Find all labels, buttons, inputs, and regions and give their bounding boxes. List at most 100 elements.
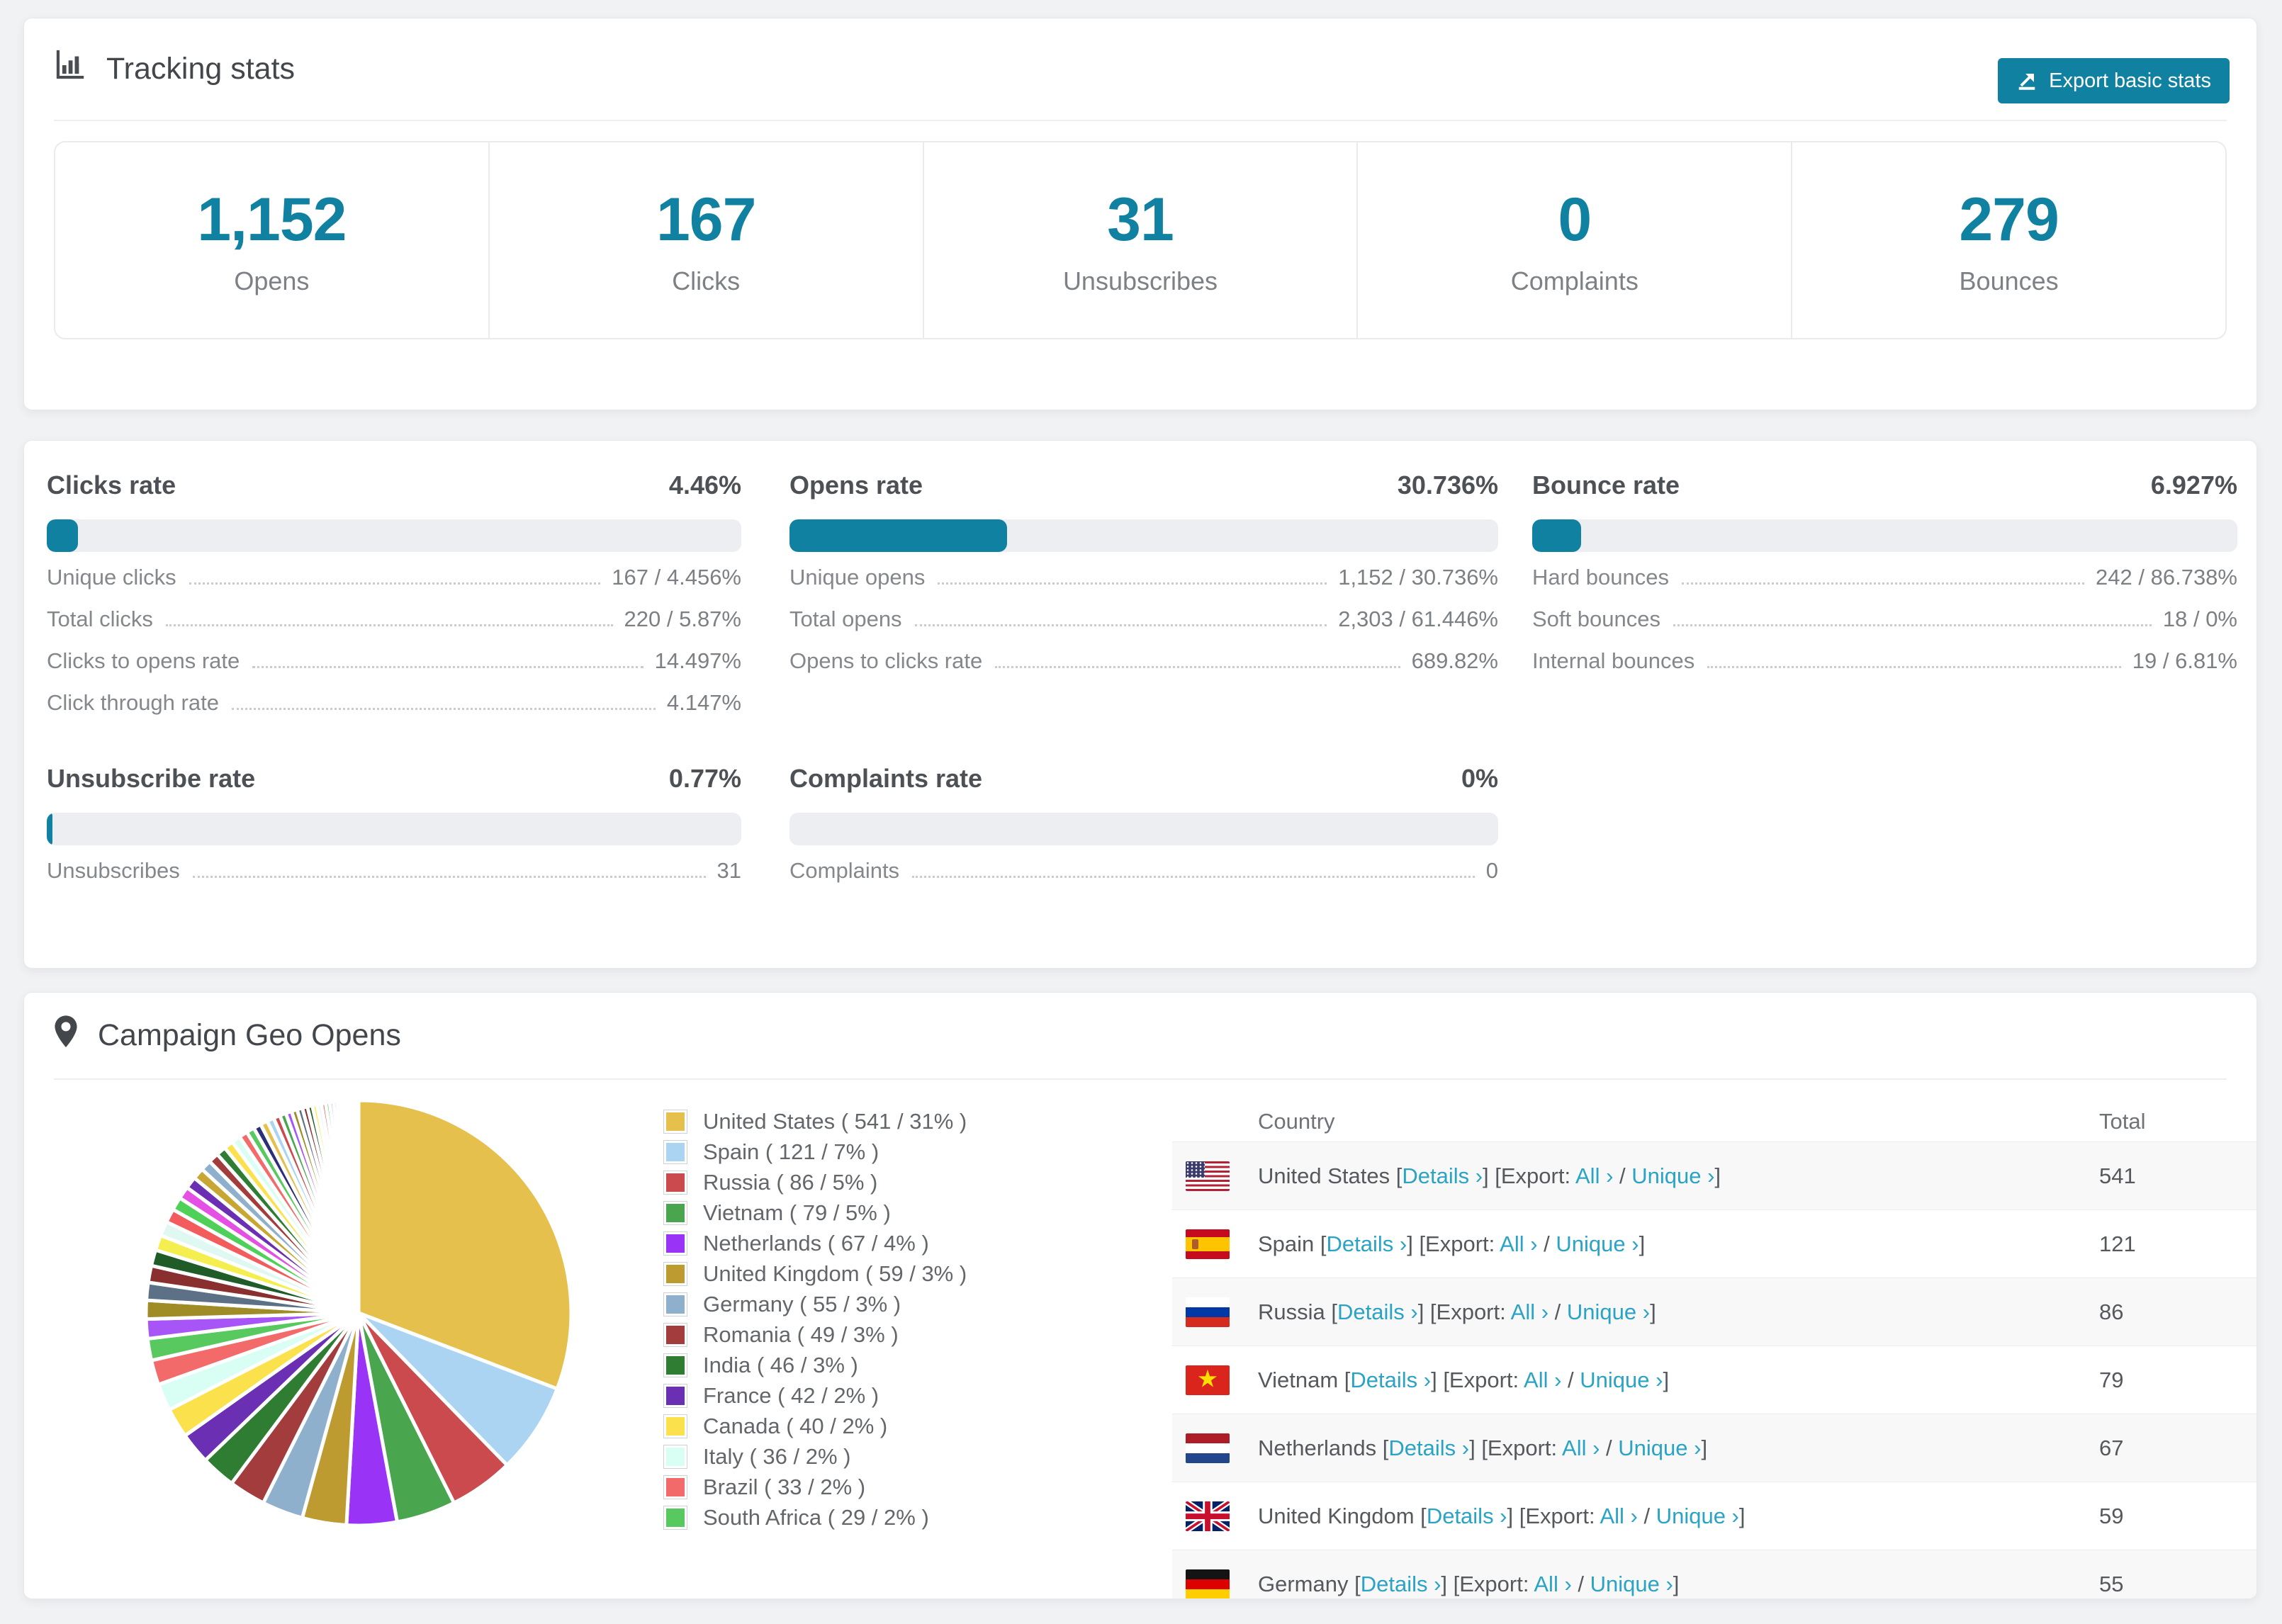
rate-panel-head: Complaints rate 0% xyxy=(789,763,1498,794)
column-header-total: Total xyxy=(2099,1109,2146,1134)
export-unique-link[interactable]: Unique › xyxy=(1631,1163,1714,1188)
rate-panel-complaints-rate: Complaints rate 0% Complaints 0 xyxy=(789,763,1498,900)
export-all-link[interactable]: All › xyxy=(1562,1436,1600,1460)
details-link[interactable]: Details › xyxy=(1337,1299,1418,1324)
dotted-leader xyxy=(1707,666,2121,668)
rate-row-label: Complaints xyxy=(789,858,900,883)
rate-value: 6.927% xyxy=(2150,470,2237,500)
flag-icon-ru xyxy=(1186,1297,1230,1327)
stats-summary: 1,152 Opens 167 Clicks 31 Unsubscribes 0 Compla… xyxy=(54,141,2227,339)
details-link[interactable]: Details › xyxy=(1402,1163,1483,1188)
dotted-leader xyxy=(914,624,1327,626)
country-cell: Netherlands [Details ›] [Export: All › /… xyxy=(1258,1435,1708,1460)
export-unique-link[interactable]: Unique › xyxy=(1567,1299,1650,1324)
dotted-leader xyxy=(938,582,1327,585)
dotted-leader xyxy=(189,582,601,585)
export-all-link[interactable]: All › xyxy=(1575,1163,1613,1188)
export-basic-stats-button[interactable]: Export basic stats xyxy=(1998,58,2230,103)
legend-item: Netherlands ( 67 / 4% ) xyxy=(663,1228,967,1258)
rate-row: Click through rate 4.147% xyxy=(47,690,741,732)
details-link[interactable]: Details › xyxy=(1388,1436,1469,1460)
total-cell: 86 xyxy=(2099,1299,2124,1324)
legend-swatch xyxy=(663,1383,687,1408)
rate-row-label: Unique opens xyxy=(789,565,926,590)
flag-icon-es xyxy=(1186,1229,1230,1259)
rate-panel-head: Unsubscribe rate 0.77% xyxy=(47,763,741,794)
legend-label: Italy ( 36 / 2% ) xyxy=(703,1443,851,1469)
progress-bar xyxy=(47,813,741,845)
export-unique-link[interactable]: Unique › xyxy=(1618,1436,1701,1460)
rate-value: 0% xyxy=(1461,764,1498,793)
geo-opens-card: Campaign Geo Opens United States ( 541 /… xyxy=(23,992,2257,1599)
country-cell: Russia [Details ›] [Export: All › / Uniq… xyxy=(1258,1299,1656,1324)
export-unique-link[interactable]: Unique › xyxy=(1656,1504,1739,1528)
rate-row-value: 14.497% xyxy=(654,648,741,673)
progress-fill xyxy=(47,813,52,845)
dotted-leader xyxy=(912,876,1475,878)
progress-bar xyxy=(789,813,1498,845)
legend-label: Brazil ( 33 / 2% ) xyxy=(703,1474,866,1499)
stat-value: 279 xyxy=(1959,185,2059,254)
legend-label: Romania ( 49 / 3% ) xyxy=(703,1321,899,1347)
export-all-link[interactable]: All › xyxy=(1534,1572,1571,1596)
legend-item: Canada ( 40 / 2% ) xyxy=(663,1411,967,1441)
rate-value: 4.46% xyxy=(668,470,741,500)
tracking-stats-title: Tracking stats xyxy=(106,52,296,86)
stat-box-complaints: 0 Complaints xyxy=(1358,142,1793,338)
tracking-stats-header: Tracking stats xyxy=(54,18,2227,121)
rate-row-label: Soft bounces xyxy=(1532,607,1660,631)
country-cell: United Kingdom [Details ›] [Export: All … xyxy=(1258,1503,1746,1528)
table-row-de: Germany [Details ›] [Export: All › / Uni… xyxy=(1172,1550,2256,1598)
rate-row: Unique opens 1,152 / 30.736% xyxy=(789,565,1498,607)
legend-item: Romania ( 49 / 3% ) xyxy=(663,1319,967,1350)
progress-fill xyxy=(1532,519,1581,552)
geo-table: Country Total United States [Details ›] … xyxy=(1172,1092,2256,1598)
rate-row-value: 31 xyxy=(716,858,741,883)
rate-value: 0.77% xyxy=(668,764,741,793)
dotted-leader xyxy=(252,666,643,668)
rate-row: Total opens 2,303 / 61.446% xyxy=(789,607,1498,648)
table-row-gb: United Kingdom [Details ›] [Export: All … xyxy=(1172,1482,2256,1550)
rate-row: Internal bounces 19 / 6.81% xyxy=(1532,648,2237,690)
country-cell: Germany [Details ›] [Export: All › / Uni… xyxy=(1258,1571,1680,1596)
rate-row: Clicks to opens rate 14.497% xyxy=(47,648,741,690)
country-cell: United States [Details ›] [Export: All ›… xyxy=(1258,1163,1721,1188)
legend-label: Spain ( 121 / 7% ) xyxy=(703,1139,879,1164)
export-unique-link[interactable]: Unique › xyxy=(1556,1231,1639,1256)
dotted-leader xyxy=(192,876,706,878)
progress-fill xyxy=(47,519,78,552)
legend-label: South Africa ( 29 / 2% ) xyxy=(703,1504,929,1530)
stat-value: 167 xyxy=(656,185,756,254)
rate-row-value: 242 / 86.738% xyxy=(2096,565,2237,590)
table-row-es: Spain [Details ›] [Export: All › / Uniqu… xyxy=(1172,1209,2256,1278)
rate-row-label: Clicks to opens rate xyxy=(47,648,240,673)
details-link[interactable]: Details › xyxy=(1427,1504,1507,1528)
rate-rows: Unsubscribes 31 xyxy=(47,858,741,900)
details-link[interactable]: Details › xyxy=(1350,1368,1431,1392)
geo-opens-title: Campaign Geo Opens xyxy=(98,1018,401,1052)
legend-item: South Africa ( 29 / 2% ) xyxy=(663,1502,967,1533)
legend-label: Vietnam ( 79 / 5% ) xyxy=(703,1200,891,1225)
country-cell: Vietnam [Details ›] [Export: All › / Uni… xyxy=(1258,1367,1670,1392)
progress-bar xyxy=(789,519,1498,552)
stat-box-bounces: 279 Bounces xyxy=(1792,142,2225,338)
export-unique-link[interactable]: Unique › xyxy=(1580,1368,1663,1392)
export-all-link[interactable]: All › xyxy=(1600,1504,1637,1528)
rate-row: Hard bounces 242 / 86.738% xyxy=(1532,565,2237,607)
export-all-link[interactable]: All › xyxy=(1500,1231,1537,1256)
table-row-ru: Russia [Details ›] [Export: All › / Uniq… xyxy=(1172,1278,2256,1346)
table-row-vn: Vietnam [Details ›] [Export: All › / Uni… xyxy=(1172,1346,2256,1414)
details-link[interactable]: Details › xyxy=(1327,1231,1407,1256)
export-all-link[interactable]: All › xyxy=(1511,1299,1548,1324)
rate-row: Opens to clicks rate 689.82% xyxy=(789,648,1498,690)
stat-label: Unsubscribes xyxy=(1062,266,1218,295)
details-link[interactable]: Details › xyxy=(1361,1572,1441,1596)
legend-swatch xyxy=(663,1170,687,1195)
rate-panel-head: Opens rate 30.736% xyxy=(789,470,1498,501)
rate-row: Unique clicks 167 / 4.456% xyxy=(47,565,741,607)
legend-swatch xyxy=(663,1474,687,1499)
export-unique-link[interactable]: Unique › xyxy=(1590,1572,1673,1596)
export-all-link[interactable]: All › xyxy=(1524,1368,1561,1392)
legend-label: India ( 46 / 3% ) xyxy=(703,1352,858,1377)
rate-row-label: Internal bounces xyxy=(1532,648,1695,673)
